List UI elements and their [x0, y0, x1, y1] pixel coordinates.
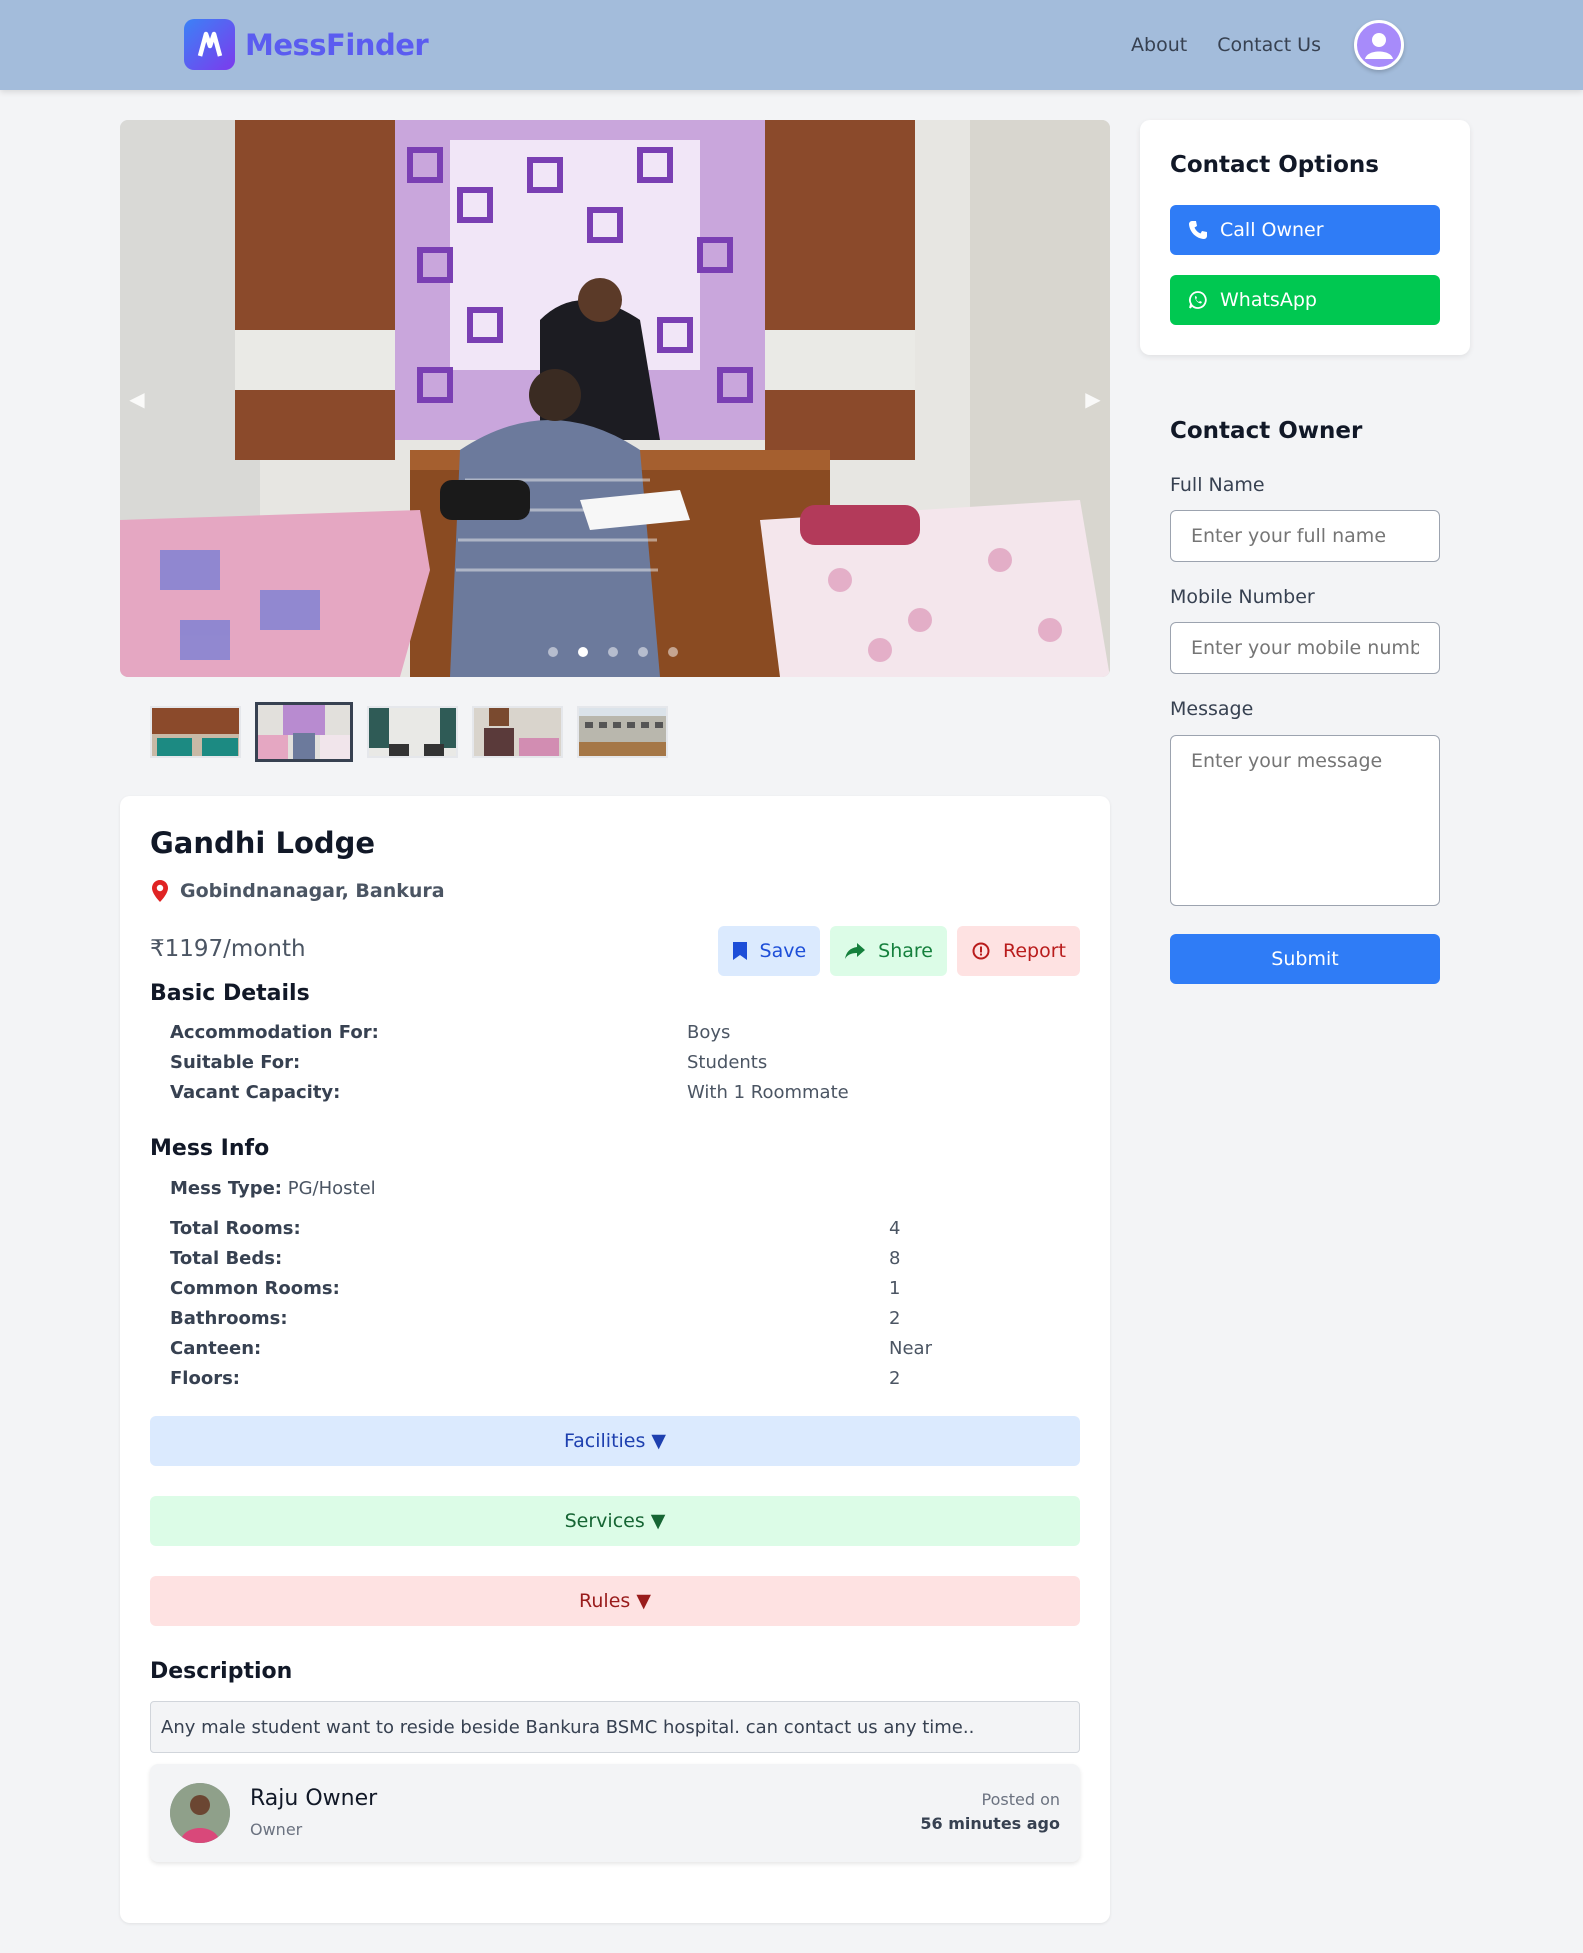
carousel-dot-active[interactable] [578, 647, 588, 657]
mess-type-row: Mess Type: PG/Hostel [170, 1178, 376, 1199]
save-button[interactable]: Save [717, 926, 821, 976]
posted-time: 56 minutes ago [920, 1814, 1060, 1833]
user-avatar-button[interactable] [1354, 20, 1404, 70]
mess-info-heading: Mess Info [150, 1136, 270, 1161]
next-slide-icon[interactable]: ▶ [1082, 382, 1104, 416]
description-text: Any male student want to reside beside B… [150, 1701, 1080, 1753]
detail-row: Vacant Capacity: With 1 Roommate [170, 1082, 849, 1103]
thumbnail-5[interactable] [577, 706, 668, 758]
contact-options-card: Contact Options Call Owner WhatsApp [1140, 120, 1470, 355]
nav-links: About Contact Us [1131, 0, 1321, 90]
listing-location: Gobindnanagar, Bankura [150, 879, 445, 903]
owner-role: Owner [250, 1820, 303, 1839]
photo-carousel[interactable]: ◀ ▶ [120, 120, 1110, 677]
listing-price: ₹1197/month [150, 936, 306, 962]
whatsapp-icon [1189, 291, 1207, 309]
bookmark-icon [732, 942, 747, 960]
mobile-number-label: Mobile Number [1170, 586, 1315, 608]
submit-button[interactable]: Submit [1170, 934, 1440, 984]
full-name-label: Full Name [1170, 474, 1265, 496]
report-label: Report [1003, 940, 1066, 962]
share-label: Share [878, 940, 934, 962]
call-owner-label: Call Owner [1220, 219, 1324, 241]
full-name-input[interactable] [1170, 510, 1440, 562]
contact-options-heading: Contact Options [1170, 152, 1379, 178]
map-pin-icon [152, 880, 168, 902]
thumbnail-1[interactable] [150, 706, 241, 758]
listing-actions: Save Share Report [717, 926, 1080, 976]
listing-title: Gandhi Lodge [150, 826, 376, 860]
nav-about-link[interactable]: About [1131, 34, 1187, 56]
info-row: Canteen: Near [170, 1338, 932, 1359]
whatsapp-label: WhatsApp [1220, 289, 1317, 311]
info-row: Total Rooms: 4 [170, 1218, 901, 1239]
thumbnail-strip [150, 702, 668, 762]
owner-card: Raju Owner Owner Posted on 56 minutes ag… [150, 1764, 1080, 1862]
share-icon [845, 943, 866, 959]
owner-avatar [170, 1783, 230, 1843]
rules-accordion[interactable]: Rules ▼ [150, 1576, 1080, 1626]
top-navbar: MessFinder About Contact Us [0, 0, 1583, 90]
carousel-indicators [548, 647, 678, 657]
listing-details-card: Gandhi Lodge Gobindnanagar, Bankura ₹119… [120, 796, 1110, 1923]
room-photo [120, 120, 1110, 677]
owner-name: Raju Owner [250, 1786, 378, 1811]
message-label: Message [1170, 698, 1254, 720]
carousel-dot[interactable] [638, 647, 648, 657]
message-textarea[interactable] [1170, 735, 1440, 906]
detail-row: Accommodation For: Boys [170, 1022, 731, 1043]
location-text: Gobindnanagar, Bankura [180, 880, 445, 902]
alert-circle-icon [972, 942, 990, 960]
description-heading: Description [150, 1659, 293, 1684]
facilities-accordion[interactable]: Facilities ▼ [150, 1416, 1080, 1466]
services-accordion[interactable]: Services ▼ [150, 1496, 1080, 1546]
info-row: Common Rooms: 1 [170, 1278, 901, 1299]
nav-contact-link[interactable]: Contact Us [1217, 34, 1321, 56]
save-label: Save [759, 940, 807, 962]
user-icon [1365, 33, 1393, 59]
carousel-dot[interactable] [608, 647, 618, 657]
thumbnail-4[interactable] [472, 706, 563, 758]
info-row: Floors: 2 [170, 1368, 901, 1389]
thumbnail-2-active[interactable] [255, 702, 353, 762]
contact-owner-heading: Contact Owner [1170, 418, 1363, 444]
brand-name: MessFinder [245, 27, 429, 62]
carousel-dot[interactable] [668, 647, 678, 657]
posted-label: Posted on [981, 1790, 1061, 1809]
info-row: Total Beds: 8 [170, 1248, 901, 1269]
detail-row: Suitable For: Students [170, 1052, 768, 1073]
info-row: Bathrooms: 2 [170, 1308, 901, 1329]
logo-mark-icon [184, 19, 235, 70]
call-owner-button[interactable]: Call Owner [1170, 205, 1440, 255]
report-button[interactable]: Report [957, 926, 1080, 976]
mobile-number-input[interactable] [1170, 622, 1440, 674]
whatsapp-button[interactable]: WhatsApp [1170, 275, 1440, 325]
prev-slide-icon[interactable]: ◀ [126, 382, 148, 416]
brand-logo[interactable]: MessFinder [184, 19, 429, 70]
phone-icon [1189, 221, 1207, 239]
share-button[interactable]: Share [830, 926, 948, 976]
carousel-dot[interactable] [548, 647, 558, 657]
thumbnail-3[interactable] [367, 706, 458, 758]
basic-details-heading: Basic Details [150, 981, 310, 1006]
